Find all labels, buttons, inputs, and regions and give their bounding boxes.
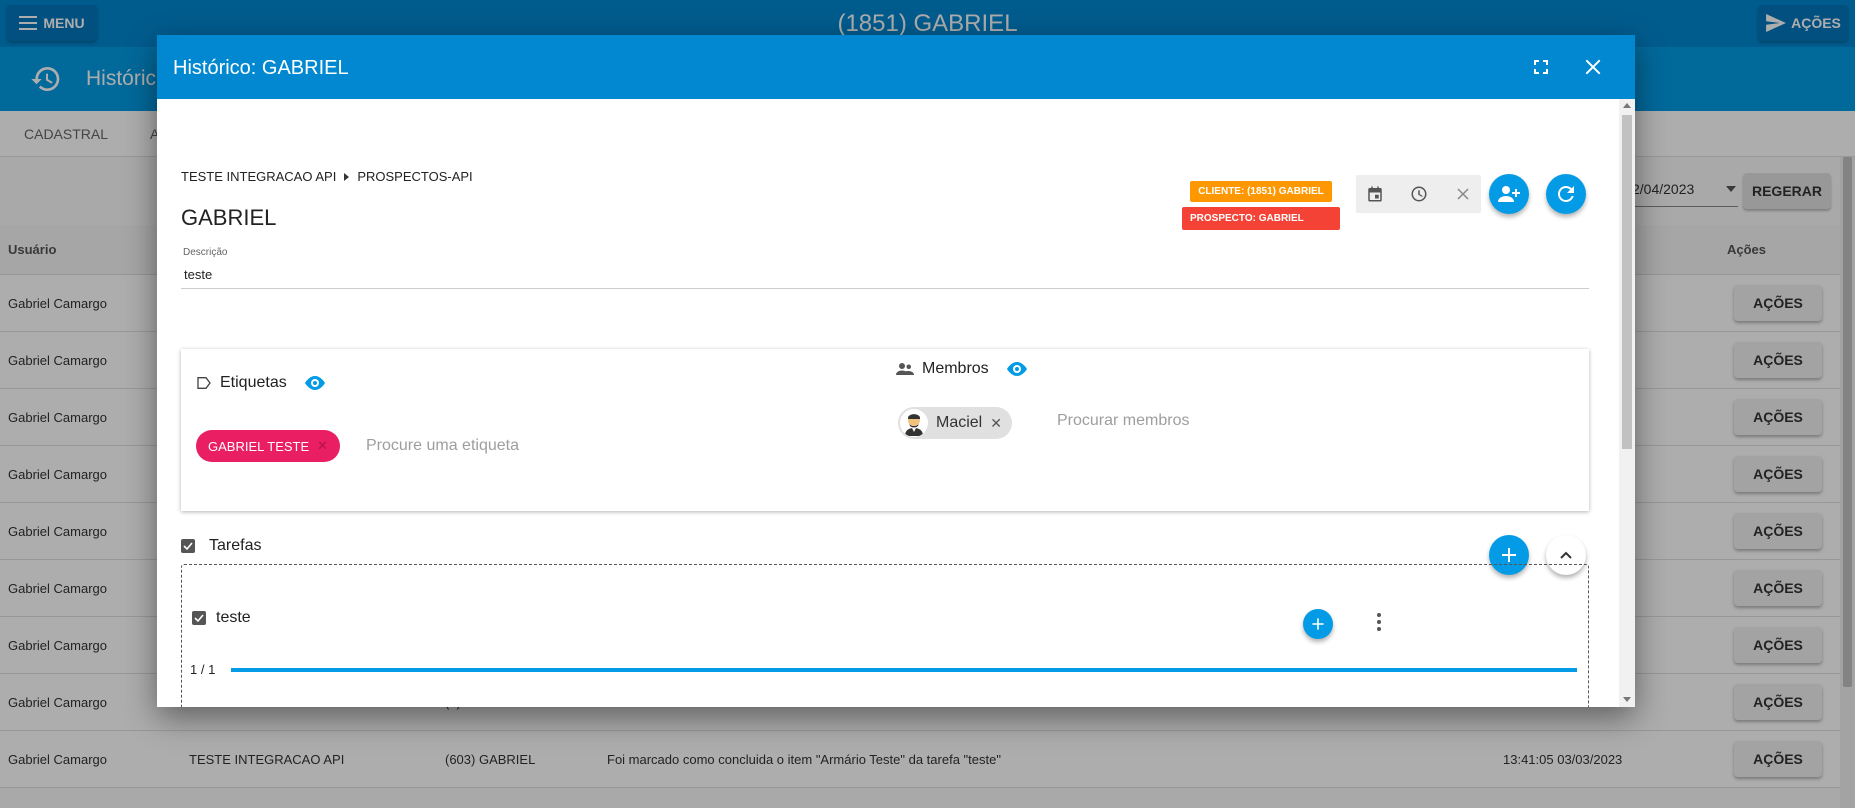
label-chip[interactable]: GABRIEL TESTE ✕ xyxy=(196,430,341,462)
scroll-up-arrow-icon[interactable] xyxy=(1623,103,1631,108)
task-list: teste 1 / 1 xyxy=(181,564,1589,707)
cliente-badge[interactable]: CLIENTE: (1851) GABRIEL xyxy=(1190,181,1332,202)
dialog-scrollbar[interactable] xyxy=(1619,99,1635,707)
group-icon xyxy=(896,363,914,375)
breadcrumb-board[interactable]: PROSPECTOS-API xyxy=(357,169,472,184)
label-chip-text: GABRIEL TESTE xyxy=(208,438,310,454)
description-field[interactable]: teste xyxy=(184,267,212,282)
member-search-input[interactable]: Procurar membros xyxy=(1057,412,1189,430)
description-underline xyxy=(181,288,1589,289)
tasks-heading: Tarefas xyxy=(181,537,261,555)
caret-right-icon xyxy=(344,172,350,181)
labels-heading: Etiquetas xyxy=(196,371,327,395)
assign-member-button[interactable] xyxy=(1489,174,1529,214)
fullscreen-icon[interactable] xyxy=(1529,55,1553,79)
person-avatar-icon xyxy=(905,414,923,436)
clock-icon[interactable] xyxy=(1410,185,1428,203)
checkbox-icon xyxy=(181,539,195,553)
description-label: Descrição xyxy=(183,247,228,258)
calendar-icon[interactable] xyxy=(1366,185,1384,203)
member-chip[interactable]: Maciel ✕ xyxy=(898,407,1012,439)
dialog-title: Histórico: GABRIEL xyxy=(173,57,349,79)
due-date-toolbar xyxy=(1356,175,1481,213)
label-search-input[interactable]: Procure uma etiqueta xyxy=(366,437,519,455)
prospecto-badge[interactable]: PROSPECTO: GABRIEL xyxy=(1182,207,1340,230)
more-vert-icon[interactable] xyxy=(1367,610,1391,634)
app-root: MENU (1851) GABRIEL AÇÕES Históric CADAS… xyxy=(0,0,1855,808)
avatar xyxy=(900,409,928,437)
add-task-item-button[interactable] xyxy=(1303,609,1333,639)
eye-icon[interactable] xyxy=(303,371,327,395)
task-progress-fill xyxy=(231,668,1577,672)
dialog-scroll-thumb[interactable] xyxy=(1622,115,1632,449)
tasks-heading-text: Tarefas xyxy=(209,537,262,554)
task-progress-bar xyxy=(231,668,1577,672)
eye-icon[interactable] xyxy=(1005,357,1029,381)
task-list-name[interactable]: teste xyxy=(216,609,251,627)
dialog-content: TESTE INTEGRACAO API PROSPECTOS-API GABR… xyxy=(157,99,1635,707)
history-dialog: Histórico: GABRIEL TESTE INTEGRACAO API … xyxy=(157,35,1635,707)
person-add-icon xyxy=(1498,186,1520,202)
members-heading-text: Membros xyxy=(922,360,989,377)
check-icon xyxy=(194,614,204,623)
refresh-button[interactable] xyxy=(1546,174,1586,214)
task-progress-count: 1 / 1 xyxy=(190,662,216,677)
chevron-up-icon xyxy=(1560,551,1572,559)
labels-members-panel: Etiquetas GABRIEL TESTE ✕ Procure uma et… xyxy=(181,349,1589,511)
plus-icon xyxy=(1312,618,1324,630)
breadcrumb-integration[interactable]: TESTE INTEGRACAO API xyxy=(181,169,336,184)
remove-label-icon[interactable]: ✕ xyxy=(317,438,328,454)
labels-heading-text: Etiquetas xyxy=(220,374,287,391)
checkbox-icon[interactable] xyxy=(192,611,206,625)
check-icon xyxy=(183,542,193,551)
label-icon xyxy=(197,377,211,389)
breadcrumb: TESTE INTEGRACAO API PROSPECTOS-API xyxy=(181,169,473,184)
scroll-down-arrow-icon[interactable] xyxy=(1623,697,1631,702)
close-icon[interactable] xyxy=(1581,55,1605,79)
clear-icon[interactable] xyxy=(1454,185,1472,203)
refresh-icon xyxy=(1557,185,1574,202)
dialog-header: Histórico: GABRIEL xyxy=(157,35,1635,99)
remove-member-icon[interactable]: ✕ xyxy=(990,415,1002,432)
member-chip-text: Maciel xyxy=(936,414,983,431)
members-heading: Membros xyxy=(896,357,1029,381)
task-list-title: teste xyxy=(192,609,251,627)
plus-icon xyxy=(1502,548,1516,562)
card-title: GABRIEL xyxy=(181,205,277,230)
